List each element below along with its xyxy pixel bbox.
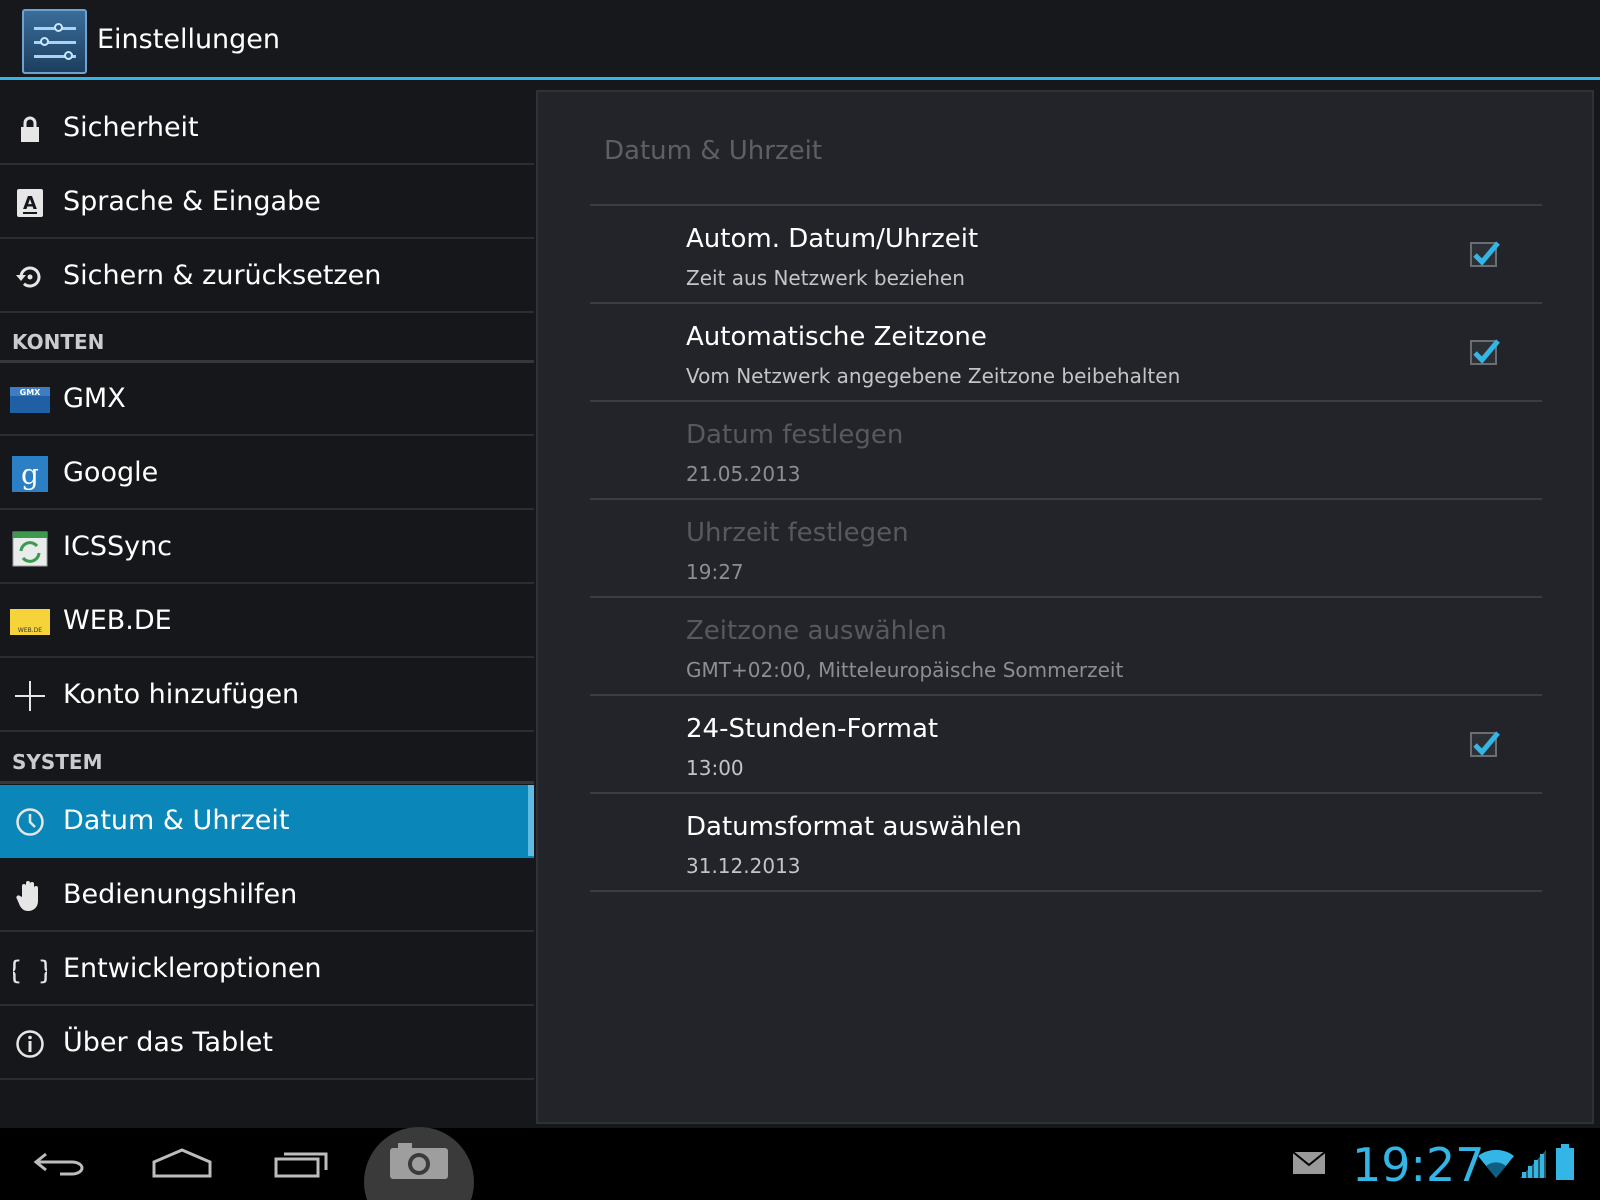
sidebar-item-datum-uhrzeit[interactable]: Datum & Uhrzeit [0,785,534,858]
icssync-icon [10,529,50,567]
svg-text:{ }: { } [13,956,47,986]
plus-icon [10,677,50,715]
sidebar-item-label: GMX [63,383,126,414]
detail-title: Datum & Uhrzeit [604,136,823,166]
wifi-icon [1476,1146,1516,1180]
section-header-konten: KONTEN [12,330,105,354]
svg-text:A: A [23,193,37,214]
sidebar-item-ueber-das-tablet[interactable]: Über das Tablet [0,1007,534,1080]
svg-text:g: g [21,458,39,491]
sidebar-item-label: Google [63,457,159,488]
clock-icon [10,803,50,841]
settings-list: Sicherheit A Sprache & Eingabe Sichern &… [0,92,534,1128]
pref-set-date: Datum festlegen 21.05.2013 [590,402,1542,498]
divider [590,890,1542,892]
sidebar-item-label: Über das Tablet [63,1027,273,1058]
camera-icon [390,1143,448,1179]
pref-summary: Vom Netzwerk angegebene Zeitzone beibeha… [686,364,1181,388]
section-divider [0,781,534,784]
pref-title: Datum festlegen [686,420,904,450]
sidebar-item-label: Datum & Uhrzeit [63,805,290,836]
pref-auto-datetime[interactable]: Autom. Datum/Uhrzeit Zeit aus Netzwerk b… [590,206,1542,302]
action-bar: Einstellungen [0,0,1600,80]
checkmark-icon [1473,731,1500,756]
pref-summary: 31.12.2013 [686,854,801,878]
mail-icon[interactable] [1292,1150,1326,1176]
pref-summary: GMT+02:00, Mitteleuropäische Sommerzeit [686,658,1124,682]
settings-sliders-icon[interactable] [22,9,87,74]
pref-title: Datumsformat auswählen [686,812,1022,842]
sidebar-item-sprache[interactable]: A Sprache & Eingabe [0,166,534,239]
sidebar-item-label: WEB.DE [63,605,172,636]
pref-title: Zeitzone auswählen [686,616,947,646]
pref-auto-timezone[interactable]: Automatische Zeitzone Vom Netzwerk angeg… [590,304,1542,400]
auto-datetime-checkbox[interactable] [1470,241,1500,267]
sidebar-item-google[interactable]: g Google [0,437,534,510]
sidebar-item-icssync[interactable]: ICSSync [0,511,534,584]
pref-title: Uhrzeit festlegen [686,518,909,548]
checkmark-icon [1473,339,1500,364]
google-icon: g [10,455,50,493]
sidebar-item-label: Sprache & Eingabe [63,186,321,217]
signal-icon [1518,1146,1548,1180]
sidebar-item-label: ICSSync [63,531,173,562]
section-header-system: SYSTEM [12,750,103,774]
status-clock: 19:27 [1352,1138,1485,1192]
battery-icon [1554,1142,1576,1182]
home-icon[interactable] [150,1142,214,1186]
pref-24h-format[interactable]: 24-Stunden-Format 13:00 [590,696,1542,792]
sidebar-item-bedienungshilfen[interactable]: Bedienungshilfen [0,859,534,932]
pref-title: Autom. Datum/Uhrzeit [686,224,979,254]
sidebar-item-label: Sicherheit [63,112,199,143]
keyboard-a-icon: A [10,184,50,222]
back-icon[interactable] [30,1142,90,1186]
gmx-icon: GMX [10,381,50,419]
pref-summary: Zeit aus Netzwerk beziehen [686,266,965,290]
recent-apps-icon[interactable] [272,1142,332,1186]
sidebar-item-webde[interactable]: WEB.DE WEB.DE [0,585,534,658]
auto-timezone-checkbox[interactable] [1470,339,1500,365]
pref-title: 24-Stunden-Format [686,714,939,744]
webde-icon: WEB.DE [10,603,50,641]
checkmark-icon [1473,241,1500,266]
sidebar-item-sicherheit[interactable]: Sicherheit [0,92,534,165]
pref-summary: 19:27 [686,560,744,584]
sidebar-item-label: Entwickleroptionen [63,953,322,984]
sidebar-item-gmx[interactable]: GMX GMX [0,363,534,436]
backup-restore-icon [10,258,50,296]
app-title: Einstellungen [97,24,281,55]
24h-format-checkbox[interactable] [1470,731,1500,757]
svg-text:GMX: GMX [20,388,42,397]
sidebar-item-entwickleroptionen[interactable]: { } Entwickleroptionen [0,933,534,1006]
sidebar-item-label: Bedienungshilfen [63,879,298,910]
sidebar-item-konto-hinzufuegen[interactable]: Konto hinzufügen [0,659,534,732]
pref-select-timezone: Zeitzone auswählen GMT+02:00, Mitteleuro… [590,598,1542,694]
sidebar-item-label: Sichern & zurücksetzen [63,260,382,291]
camera-button[interactable] [364,1127,474,1200]
sidebar-item-sichern[interactable]: Sichern & zurücksetzen [0,240,534,313]
pref-date-format[interactable]: Datumsformat auswählen 31.12.2013 [590,794,1542,890]
pref-title: Automatische Zeitzone [686,322,987,352]
lock-icon [10,110,50,148]
pref-set-time: Uhrzeit festlegen 19:27 [590,500,1542,596]
svg-text:WEB.DE: WEB.DE [18,627,42,634]
detail-pane: Datum & Uhrzeit Autom. Datum/Uhrzeit Zei… [536,90,1594,1124]
hand-icon [10,877,50,915]
navigation-bar: 19:27 [0,1127,1600,1200]
pref-summary: 21.05.2013 [686,462,801,486]
braces-icon: { } [10,951,50,989]
info-icon [10,1025,50,1063]
pref-summary: 13:00 [686,756,744,780]
sidebar-item-label: Konto hinzufügen [63,679,300,710]
